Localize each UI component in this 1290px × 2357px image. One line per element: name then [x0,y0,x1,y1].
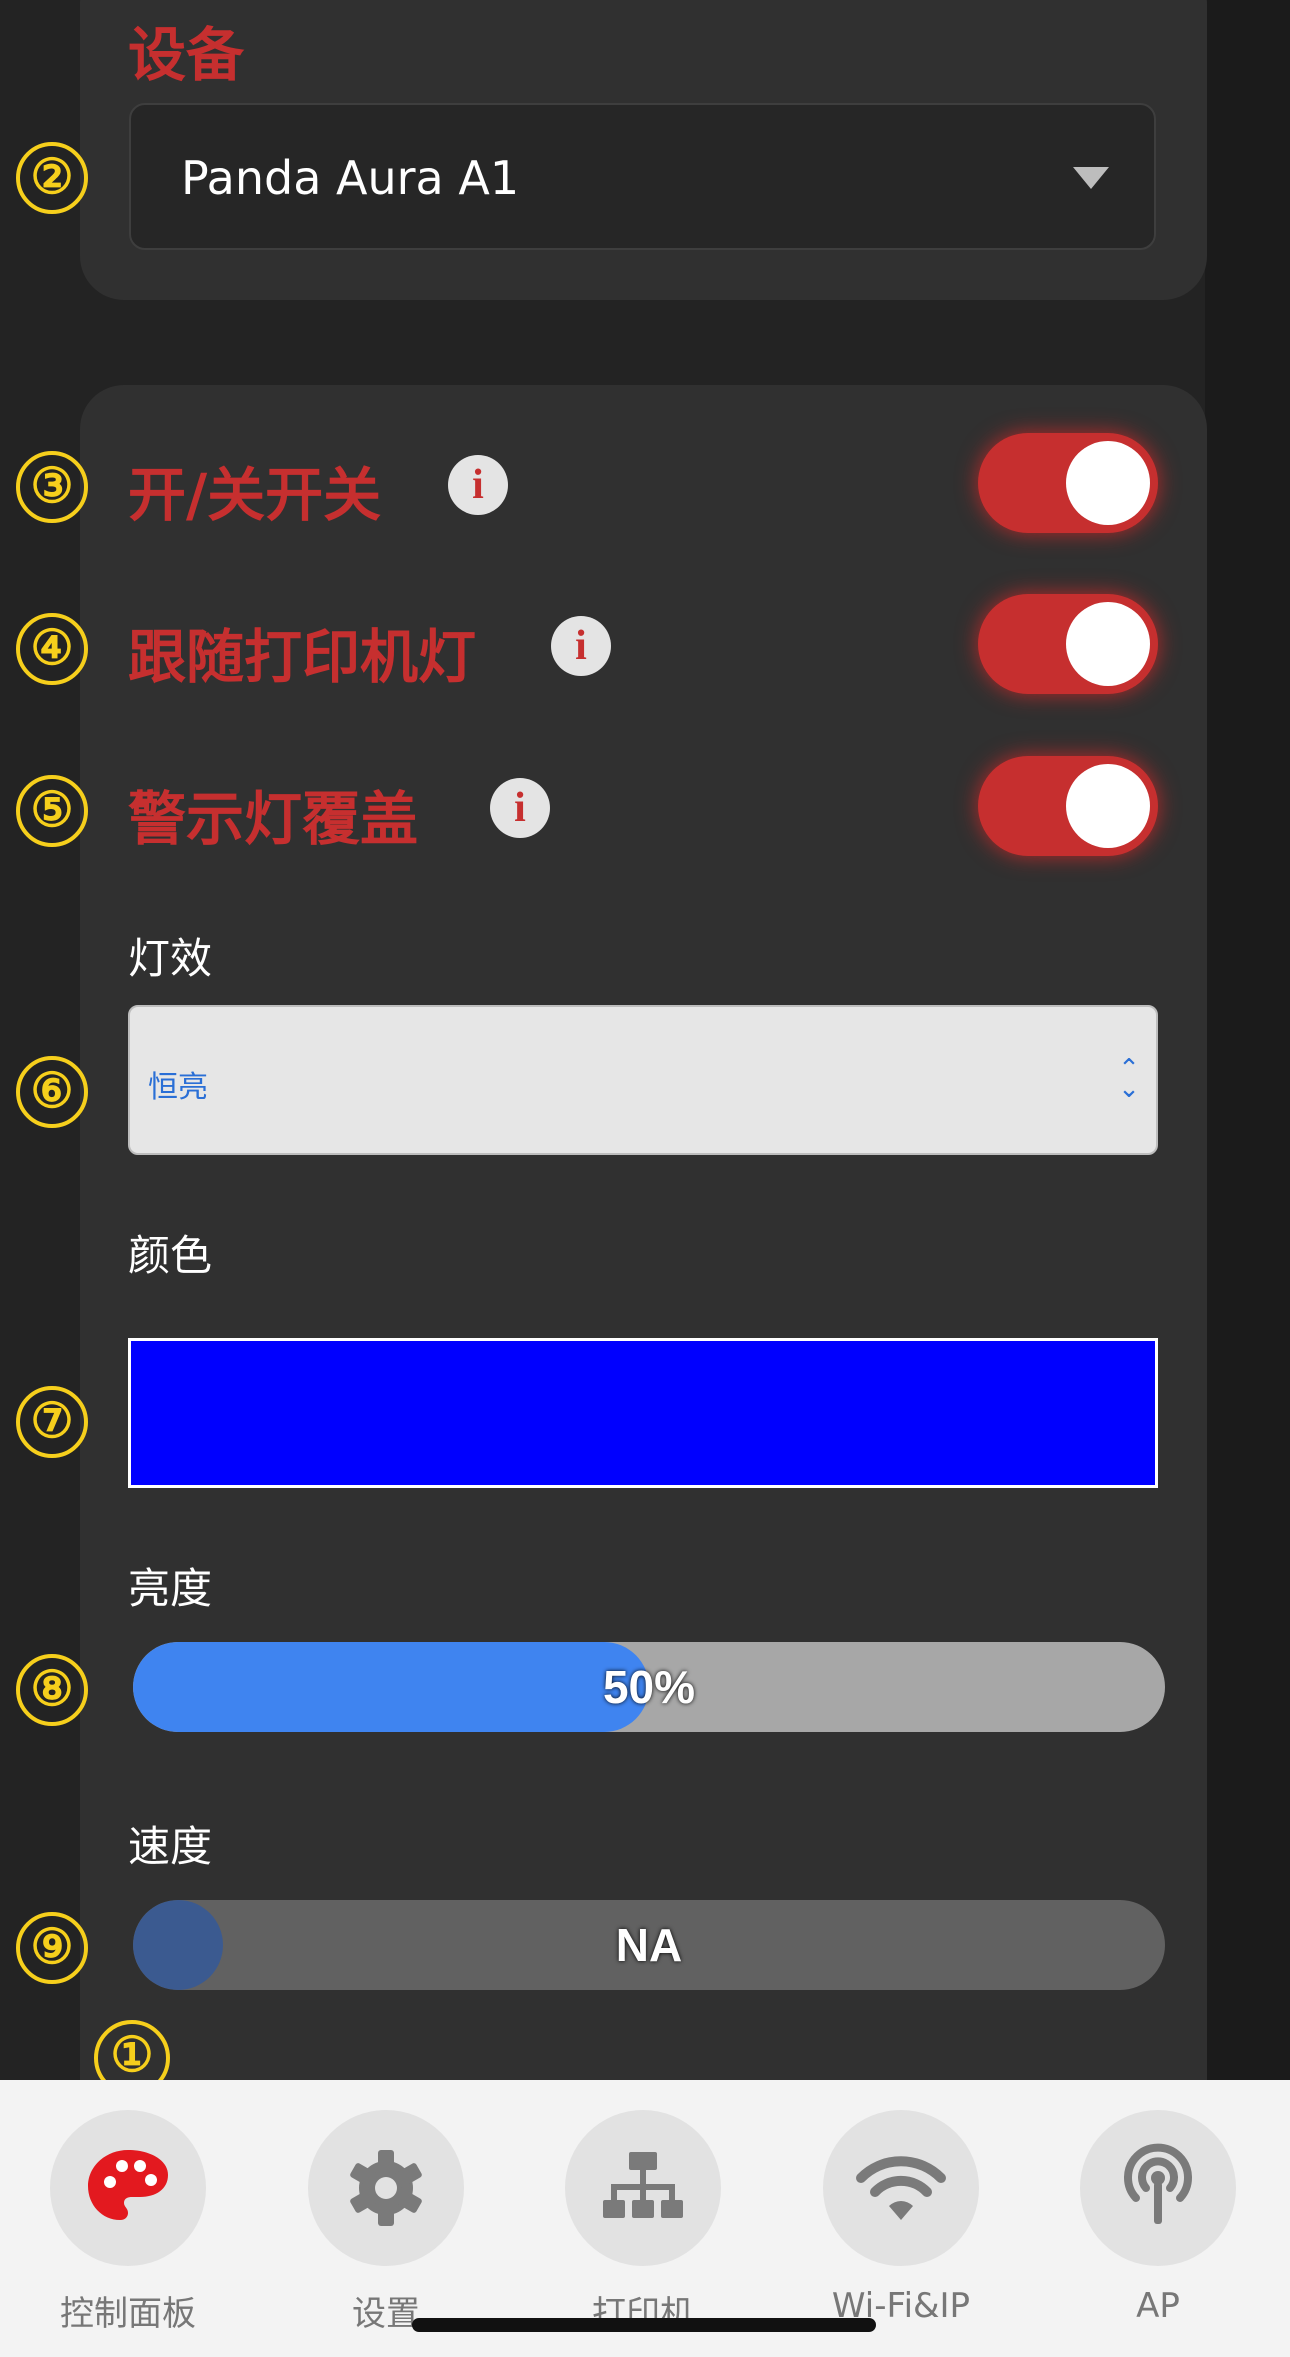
device-dropdown[interactable]: Panda Aura A1 [129,103,1156,250]
power-toggle-label: 开/关开关 [128,461,382,529]
speed-label: 速度 [128,1822,213,1871]
antenna-icon [1080,2110,1236,2266]
effect-select[interactable]: 恒亮 ⌃ ⌄ [128,1005,1158,1155]
tab-settings[interactable]: 设置 [306,2110,466,2335]
wifi-icon [823,2110,979,2266]
color-label: 颜色 [128,1231,213,1280]
annotation-marker-5: ⑤ [16,775,88,847]
tab-wifi-ip[interactable]: Wi-Fi&IP [821,2110,981,2326]
chevron-down-icon [1073,167,1109,189]
power-info-icon[interactable]: i [448,455,508,515]
tab-label: AP [1136,2286,1180,2326]
follow-printer-light-toggle[interactable] [978,594,1158,694]
device-selected-value: Panda Aura A1 [181,151,520,205]
gear-icon [308,2110,464,2266]
brightness-label: 亮度 [128,1564,213,1613]
annotation-marker-9: ⑨ [16,1912,88,1984]
palette-icon [50,2110,206,2266]
tab-label: 控制面板 [60,2294,196,2334]
annotation-marker-6: ⑥ [16,1056,88,1128]
toggle-knob [1066,441,1150,525]
annotation-marker-8: ⑧ [16,1654,88,1726]
device-section-title: 设备 [128,21,245,89]
home-indicator [412,2318,876,2332]
annotation-marker-3: ③ [16,451,88,523]
annotation-marker-2: ② [16,142,88,214]
annotation-marker-4: ④ [16,613,88,685]
warning-light-override-toggle[interactable] [978,756,1158,856]
effect-label: 灯效 [128,934,213,983]
toggle-knob [1066,764,1150,848]
effect-selected-value: 恒亮 [148,1070,208,1105]
color-picker[interactable] [128,1338,1158,1488]
speed-value: NA [615,1919,683,1971]
warning-light-override-label: 警示灯覆盖 [128,785,419,853]
follow-printer-info-icon[interactable]: i [551,616,611,676]
toggle-knob [1066,602,1150,686]
network-icon [565,2110,721,2266]
power-toggle[interactable] [978,433,1158,533]
bottom-tab-bar: 控制面板 设置 打印机 Wi-Fi&IP AP [0,2080,1290,2357]
brightness-slider[interactable]: 50% [133,1642,1165,1732]
warning-override-info-icon[interactable]: i [490,778,550,838]
background-strip [1205,0,1290,2080]
tab-printer[interactable]: 打印机 [563,2110,723,2335]
speed-slider[interactable]: NA [133,1900,1165,1990]
brightness-value: 50% [602,1661,696,1713]
follow-printer-light-label: 跟随打印机灯 [128,623,477,691]
select-updown-icon: ⌃ ⌄ [1118,1054,1140,1104]
tab-control-panel[interactable]: 控制面板 [48,2110,208,2335]
tab-ap[interactable]: AP [1078,2110,1238,2326]
annotation-marker-7: ⑦ [16,1386,88,1458]
